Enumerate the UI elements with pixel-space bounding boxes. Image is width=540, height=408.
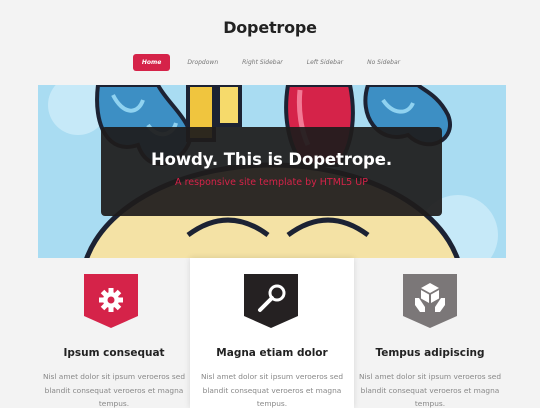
cube-hands-icon-badge: [403, 274, 457, 328]
nav-item-left-sidebar[interactable]: Left Sidebar: [300, 55, 350, 70]
key-icon-badge: [244, 274, 298, 328]
nav-item-dropdown[interactable]: Dropdown: [180, 55, 225, 70]
feature-title: Ipsum consequat: [63, 347, 165, 359]
feature-text: Nisl amet dolor sit ipsum veroeros sed b…: [200, 372, 344, 408]
gear-icon-badge: [84, 274, 138, 328]
gear-icon: [99, 288, 123, 312]
nav-item-home[interactable]: Home: [132, 54, 171, 71]
main-nav: Home Dropdown Right Sidebar Left Sidebar…: [0, 54, 540, 71]
feature-text: Nisl amet dolor sit ipsum veroeros sed b…: [42, 372, 186, 408]
banner-heading: Howdy. This is Dopetrope.: [150, 150, 393, 169]
feature-card: Magna etiam dolor Nisl amet dolor sit ip…: [190, 258, 354, 408]
banner-subtitle: A responsive site template by HTML5 UP: [175, 177, 368, 188]
banner: Howdy. This is Dopetrope. A responsive s…: [38, 85, 506, 258]
features-section: Ipsum consequat Nisl amet dolor sit ipsu…: [38, 258, 506, 408]
nav-item-no-sidebar[interactable]: No Sidebar: [360, 55, 407, 70]
feature-title: Tempus adipiscing: [375, 347, 485, 359]
site-title[interactable]: Dopetrope: [0, 18, 540, 37]
banner-caption-box: Howdy. This is Dopetrope. A responsive s…: [101, 127, 442, 216]
feature-title: Magna etiam dolor: [216, 347, 328, 359]
feature-text: Nisl amet dolor sit ipsum veroeros sed b…: [358, 372, 502, 408]
feature-card: Tempus adipiscing Nisl amet dolor sit ip…: [354, 258, 506, 408]
nav-item-right-sidebar[interactable]: Right Sidebar: [235, 55, 290, 70]
feature-card: Ipsum consequat Nisl amet dolor sit ipsu…: [38, 258, 190, 408]
